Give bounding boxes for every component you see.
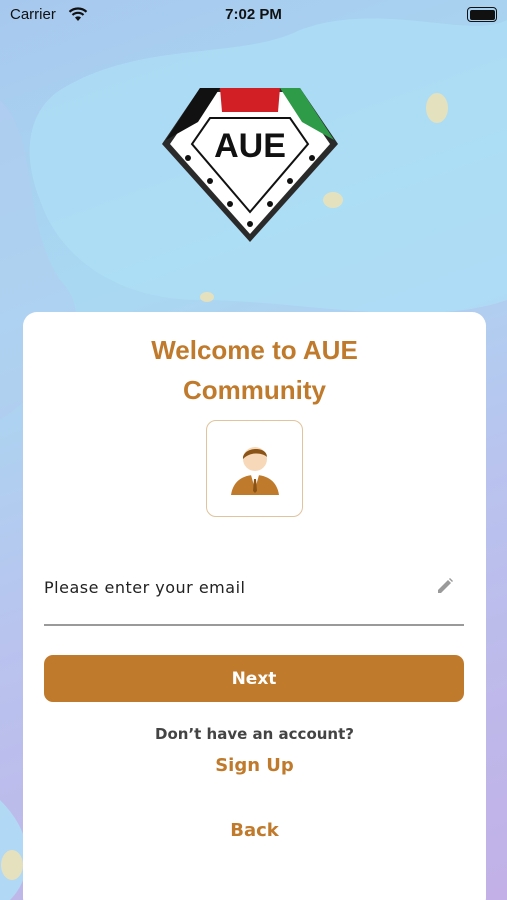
back-link[interactable]: Back: [23, 820, 486, 841]
no-account-text: Don’t have an account?: [155, 725, 354, 743]
email-input[interactable]: [44, 570, 424, 604]
battery-icon: [467, 7, 497, 22]
clock: 7:02 PM: [225, 6, 282, 23]
status-bar: Carrier 7:02 PM: [0, 0, 507, 30]
pencil-icon: [438, 578, 453, 593]
next-button[interactable]: Next: [44, 655, 464, 702]
email-field[interactable]: [44, 562, 464, 626]
aue-logo: AUE: [162, 88, 338, 242]
sign-up-link[interactable]: Sign Up: [23, 755, 486, 776]
login-card: Welcome to AUE Community Next Don’t have…: [23, 312, 486, 900]
avatar: [206, 420, 303, 517]
title-line-2: Community: [183, 375, 326, 405]
page-title: Welcome to AUE Community: [23, 330, 486, 410]
title-line-1: Welcome to AUE: [151, 335, 358, 365]
user-avatar-icon: [231, 447, 279, 495]
logo-text: AUE: [214, 127, 286, 165]
